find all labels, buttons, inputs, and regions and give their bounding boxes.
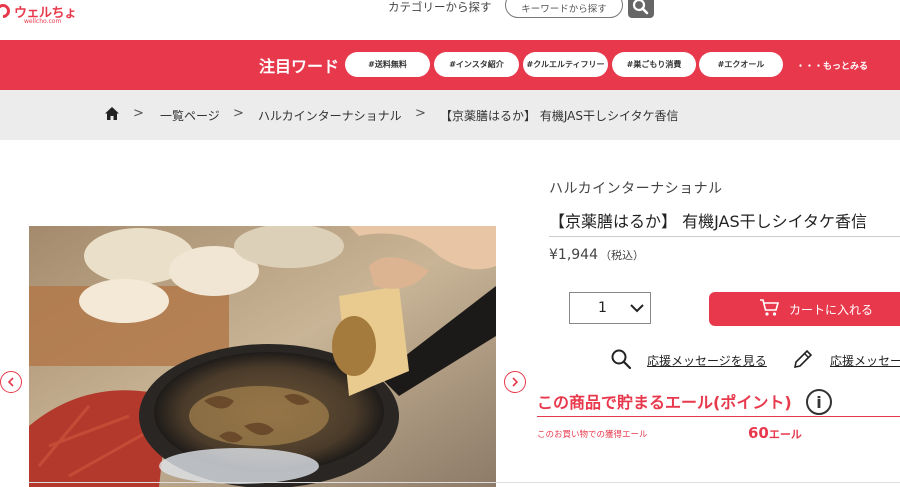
quantity-select[interactable]: 1 — [569, 292, 651, 324]
info-icon[interactable]: i — [806, 389, 832, 415]
featured-words-bar: 注目ワード #送料無料 #インスタ紹介 #クルエルティフリー #巣ごもり消費 #… — [0, 40, 900, 90]
search-icon — [632, 0, 649, 15]
cart-button-label: カートに入れる — [789, 302, 874, 317]
search-button[interactable] — [628, 0, 654, 18]
yell-points-number: 60 — [748, 424, 769, 442]
write-message-link[interactable]: 応援メッセー — [830, 352, 900, 369]
product-price: ¥1,944 （税込） — [549, 247, 644, 263]
bottom-divider — [29, 482, 900, 483]
tag-free-shipping[interactable]: #送料無料 — [345, 52, 430, 77]
breadcrumb-separator: > — [233, 106, 244, 121]
carousel-prev-button[interactable] — [0, 371, 22, 393]
logo-mark-icon — [0, 1, 13, 21]
breadcrumb-list-page[interactable]: 一覧ページ — [160, 107, 220, 124]
yell-points-unit: エール — [768, 428, 802, 441]
more-link[interactable]: ・・・もっとみる — [796, 59, 868, 72]
product-photo — [29, 226, 496, 487]
featured-words-label: 注目ワード — [259, 57, 340, 76]
pencil-icon[interactable] — [792, 348, 814, 370]
arrow-left-icon — [7, 377, 14, 387]
yell-points-value: 60エール — [748, 424, 802, 442]
tag-cruelty-free[interactable]: #クルエルティフリー — [523, 52, 608, 77]
breadcrumb-separator: > — [415, 106, 426, 121]
keyword-search-input[interactable]: キーワードから探す — [505, 0, 623, 18]
breadcrumb-brand[interactable]: ハルカインターナショナル — [258, 107, 402, 124]
category-search-link[interactable]: カテゴリーから探す — [388, 0, 492, 15]
chevron-down-icon — [630, 304, 644, 313]
breadcrumb-current: 【京薬膳はるか】 有機JAS干しシイタケ香信 — [440, 109, 679, 123]
carousel-next-button[interactable] — [504, 371, 526, 393]
quantity-value: 1 — [598, 300, 607, 316]
tag-instagram[interactable]: #インスタ紹介 — [434, 52, 519, 77]
home-icon[interactable] — [105, 107, 119, 120]
price-value: ¥1,944 — [549, 247, 598, 263]
price-tax-note: （税込） — [600, 249, 644, 262]
add-to-cart-button[interactable]: カートに入れる — [709, 292, 900, 326]
breadcrumb-separator: > — [133, 106, 144, 121]
arrow-right-icon — [512, 377, 519, 387]
tag-stay-home[interactable]: #巣ごもり消費 — [612, 52, 696, 77]
yell-divider — [537, 416, 900, 417]
logo-subtext: wellcho.com — [24, 18, 62, 25]
yell-points-subtitle: このお買い物での獲得エール — [537, 430, 648, 440]
product-brand[interactable]: ハルカインターナショナル — [549, 178, 723, 198]
cart-icon — [760, 299, 780, 316]
top-header: ウェルちょ wellcho.com カテゴリーから探す キーワードから探す — [0, 0, 900, 40]
product-image — [29, 226, 496, 487]
title-divider — [549, 236, 900, 237]
breadcrumb: > 一覧ページ > ハルカインターナショナル > 【京薬膳はるか】 有機JAS干… — [0, 90, 900, 140]
tag-equol[interactable]: #エクオール — [699, 52, 783, 77]
yell-points-title: この商品で貯まるエール(ポイント) — [537, 393, 792, 412]
magnifier-icon[interactable] — [610, 348, 632, 370]
product-title: 【京薬膳はるか】 有機JAS干しシイタケ香信 — [549, 212, 867, 231]
view-messages-link[interactable]: 応援メッセージを見る — [647, 352, 767, 369]
